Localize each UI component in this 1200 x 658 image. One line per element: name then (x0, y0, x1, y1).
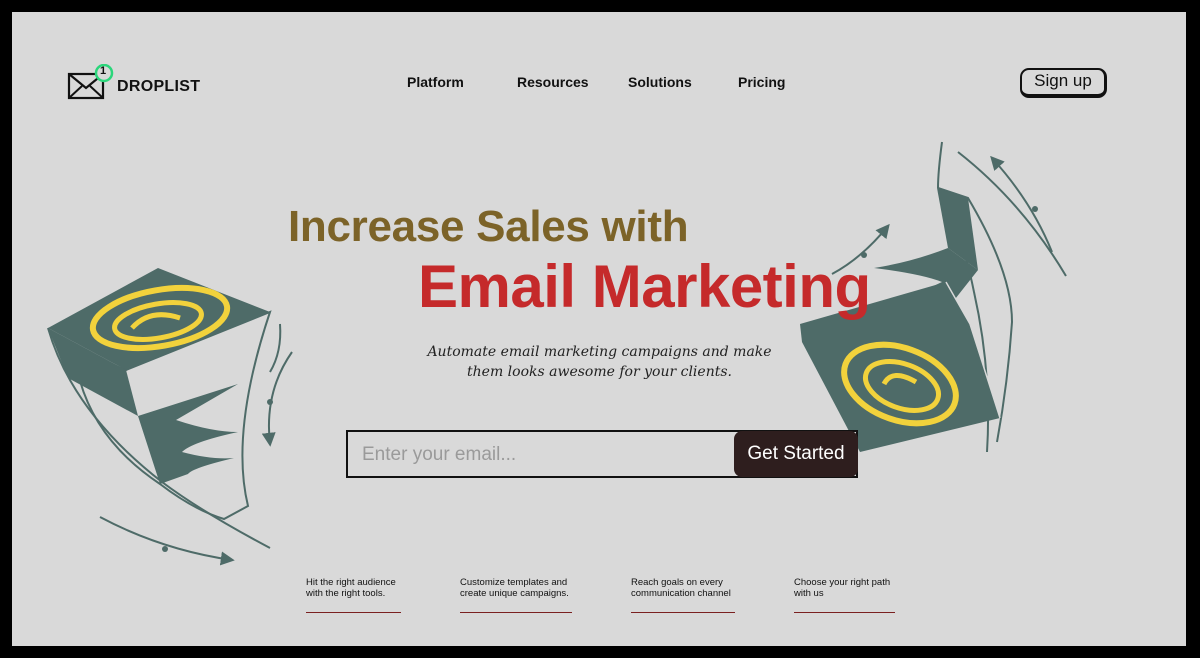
email-input[interactable] (348, 432, 744, 478)
feature-item: Reach goals on every communication chann… (631, 577, 739, 599)
hero-subtitle-line2: them looks awesome for your clients. (467, 364, 732, 380)
feature-text-line2: communication channel (631, 588, 731, 599)
feature-text-line1: Hit the right audience (306, 577, 396, 588)
nav-item-platform[interactable]: Platform (407, 74, 464, 90)
sign-up-button[interactable]: Sign up (1020, 68, 1107, 98)
page-frame: 1 DROPLIST Platform Resources Solutions … (12, 12, 1186, 646)
feature-text-line2: with us (794, 588, 824, 599)
feature-text-line1: Reach goals on every (631, 577, 723, 588)
feature-text-line1: Choose your right path (794, 577, 891, 588)
email-signup-form: Get Started (346, 430, 858, 478)
decorative-illustrations (47, 141, 1067, 566)
brand-logo[interactable]: 1 DROPLIST (67, 63, 201, 104)
feature-divider (306, 612, 401, 613)
hero-headline-line2: Email Marketing (418, 253, 871, 320)
feature-divider (631, 612, 735, 613)
feature-item: Hit the right audience with the right to… (306, 577, 414, 599)
feature-text-line2: with the right tools. (306, 588, 386, 599)
brand-name: DROPLIST (117, 78, 201, 95)
envelope-icon: 1 (67, 63, 115, 104)
hero-subtitle-line1: Automate email marketing campaigns and m… (427, 344, 772, 360)
nav-item-resources[interactable]: Resources (517, 74, 589, 90)
hero-headline-line1: Increase Sales with (288, 202, 689, 251)
notification-badge-count: 1 (100, 65, 107, 77)
feature-divider (794, 612, 895, 613)
left-box-illustration (47, 268, 293, 566)
feature-item: Choose your right path with us (794, 577, 902, 599)
nav-item-solutions[interactable]: Solutions (628, 74, 692, 90)
feature-text-line2: create unique campaigns. (460, 588, 569, 599)
feature-text-line1: Customize templates and (460, 577, 568, 588)
feature-item: Customize templates and create unique ca… (460, 577, 578, 599)
feature-divider (460, 612, 572, 613)
get-started-button[interactable]: Get Started (734, 431, 858, 477)
nav-item-pricing[interactable]: Pricing (738, 74, 785, 90)
hero-subtitle: Automate email marketing campaigns and m… (412, 342, 787, 382)
